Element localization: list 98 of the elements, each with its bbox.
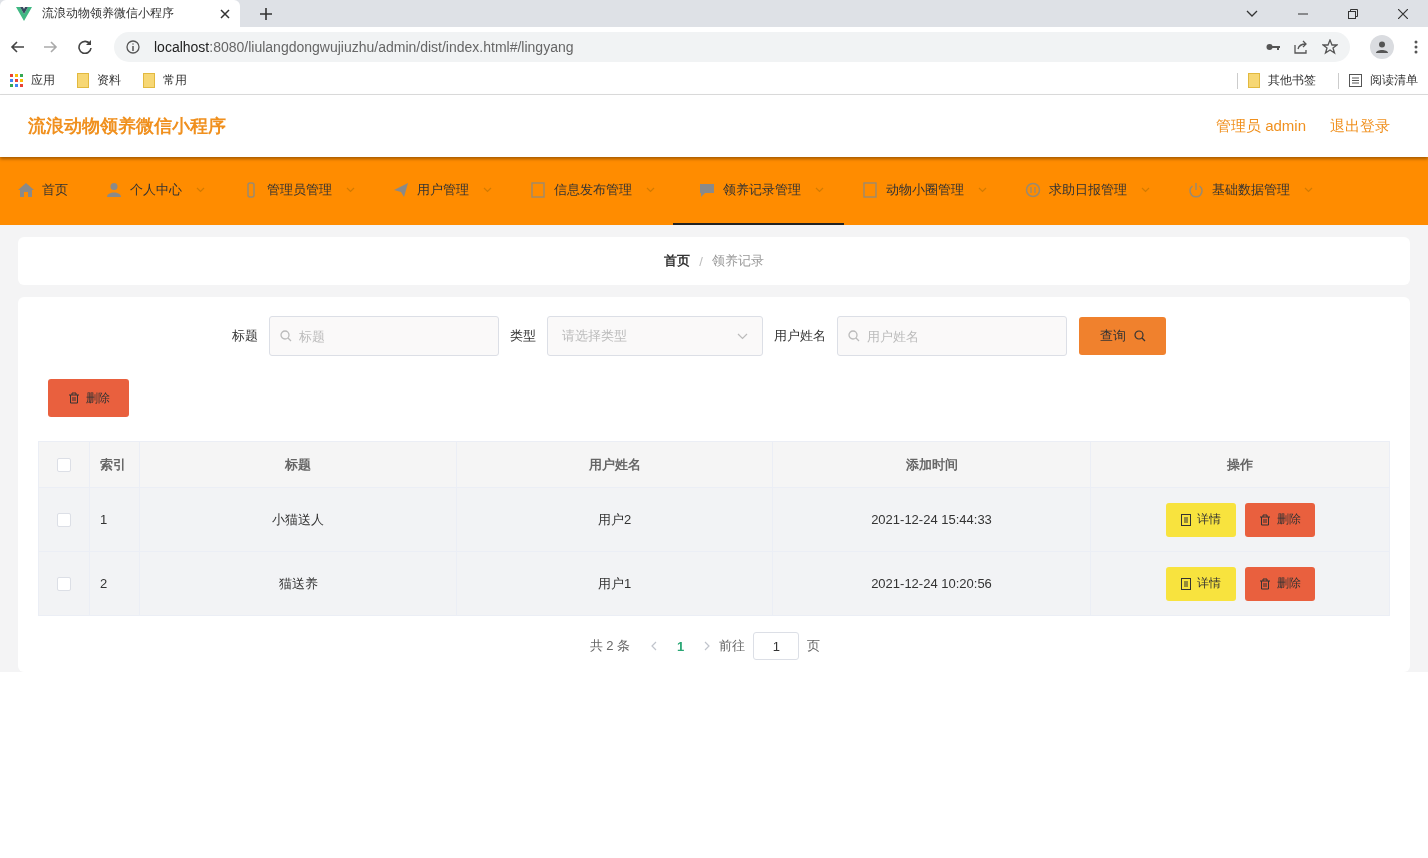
new-tab-icon[interactable] [260, 7, 272, 20]
address-bar[interactable]: localhost:8080/liulangdongwujiuzhu/admin/dist/index.html#/lingyang [114, 32, 1350, 62]
nav-menu-item[interactable]: 首页 [18, 157, 88, 225]
trash-icon [1258, 577, 1271, 590]
profile-avatar[interactable] [1370, 35, 1394, 59]
query-button[interactable]: 查询 [1079, 317, 1166, 355]
details-button[interactable]: 详情 [1165, 502, 1236, 537]
table-cell: 2021-12-24 10:20:56 [871, 576, 992, 591]
column-header: 标题 [285, 455, 311, 474]
bookmark[interactable]: 常用 [143, 72, 187, 89]
list-icon [1349, 74, 1362, 87]
nav-menu-item[interactable]: 求助日报管理 [1025, 157, 1170, 225]
v-logo-icon [16, 6, 32, 21]
select-all-checkbox[interactable] [57, 457, 71, 472]
table-cell: 用户1 [597, 574, 632, 593]
bookmark-label: 其他书签 [1268, 72, 1316, 89]
delete-button[interactable]: 删除 [48, 379, 129, 417]
nav-menu-item[interactable]: 管理员管理 [243, 157, 375, 225]
trash-icon [67, 392, 80, 404]
bookmark[interactable]: 其他书签 [1248, 72, 1316, 89]
reload-icon[interactable] [78, 40, 92, 54]
row-checkbox[interactable] [57, 576, 71, 591]
nav-menu-item[interactable]: 动物小圈管理 [862, 157, 1007, 225]
column-header: 用户姓名 [588, 455, 641, 474]
nav-menu-item[interactable]: 信息发布管理 [530, 157, 675, 225]
folder-icon [143, 73, 155, 88]
page-number[interactable]: 1 [677, 638, 685, 654]
restore-icon[interactable] [1348, 8, 1358, 19]
delete-button[interactable]: 删除 [1244, 502, 1315, 537]
user-icon [106, 182, 122, 198]
filter-label: 类型 [510, 327, 536, 345]
document-icon [862, 182, 878, 198]
table-cell: 猫送养 [278, 574, 318, 593]
tab-title: 流浪动物领养微信小程序 [42, 5, 175, 22]
nav-menu-item[interactable]: 个人中心 [106, 157, 225, 225]
folder-icon [77, 73, 89, 88]
admin-username: 管理员 admin [1215, 116, 1306, 136]
bookmark-label: 常用 [163, 72, 187, 89]
search-icon [280, 330, 292, 342]
table-cell: 1 [100, 512, 108, 527]
bookmark-label: 阅读清单 [1370, 72, 1418, 89]
chevron-down-icon [737, 332, 748, 340]
bookmark[interactable]: 应用 [10, 72, 55, 89]
close-icon[interactable] [1398, 8, 1408, 19]
person-icon [1376, 41, 1388, 53]
filter-label: 标题 [232, 327, 258, 345]
search-field[interactable]: 用户姓名 [837, 316, 1067, 356]
search-icon [1133, 330, 1146, 342]
breadcrumb-item[interactable]: 首页 [664, 252, 691, 270]
url-text: localhost:8080/liulangdongwujiuzhu/admin/dist/index.html#/lingyang [154, 39, 574, 55]
key-icon[interactable] [1266, 43, 1280, 51]
nav-menu-item[interactable]: 领养记录管理 [673, 157, 844, 225]
details-button[interactable]: 详情 [1165, 566, 1236, 601]
star-icon[interactable] [1322, 39, 1338, 55]
browser-tab[interactable]: 流浪动物领养微信小程序 [0, 0, 240, 27]
minimize-icon[interactable] [1298, 12, 1308, 15]
apps-icon [10, 74, 23, 87]
page-suffix: 页 [807, 637, 821, 655]
chat-icon [699, 182, 715, 198]
bookmark-label: 应用 [31, 72, 55, 89]
goto-label: 前往 [719, 637, 746, 655]
document-icon [1180, 513, 1191, 526]
search-icon [848, 330, 860, 342]
nav-menu-item[interactable]: 用户管理 [393, 157, 512, 225]
search-field[interactable]: 标题 [269, 316, 499, 356]
close-icon[interactable] [220, 8, 230, 19]
folder-icon [1248, 73, 1260, 88]
page-input[interactable]: 1 [753, 632, 800, 660]
breadcrumb-item: 领养记录 [711, 252, 764, 270]
bookmark[interactable]: 资料 [77, 72, 121, 89]
breadcrumb-separator: / [699, 253, 703, 269]
document-icon [530, 182, 546, 198]
bookmark-label: 资料 [97, 72, 121, 89]
row-checkbox[interactable] [57, 512, 71, 527]
column-header: 操作 [1227, 455, 1253, 474]
back-icon[interactable] [10, 41, 24, 53]
chevron-down-icon[interactable] [1246, 9, 1258, 18]
app-title: 流浪动物领养微信小程序 [28, 115, 226, 138]
table-cell: 小猫送人 [272, 510, 324, 529]
paper-plane-icon [393, 182, 409, 198]
total-count: 共 2 条 [589, 637, 631, 655]
trash-icon [1258, 513, 1271, 526]
table-cell: 2021-12-24 15:44:33 [871, 512, 992, 527]
info-icon [126, 40, 140, 54]
circle-icon [1025, 182, 1041, 198]
document-icon [1180, 577, 1191, 590]
column-header: 添加时间 [905, 455, 958, 474]
column-header: 索引 [100, 455, 126, 474]
filter-label: 用户姓名 [774, 327, 826, 345]
table-cell: 2 [100, 576, 108, 591]
share-icon[interactable] [1294, 40, 1308, 54]
delete-button[interactable]: 删除 [1244, 566, 1315, 601]
more-icon[interactable] [1414, 40, 1418, 54]
bookmark[interactable]: 阅读清单 [1349, 72, 1418, 89]
table-cell: 用户2 [597, 510, 632, 529]
power-icon [1188, 182, 1204, 198]
home-icon [18, 182, 34, 198]
nav-menu-item[interactable]: 基础数据管理 [1188, 157, 1333, 225]
